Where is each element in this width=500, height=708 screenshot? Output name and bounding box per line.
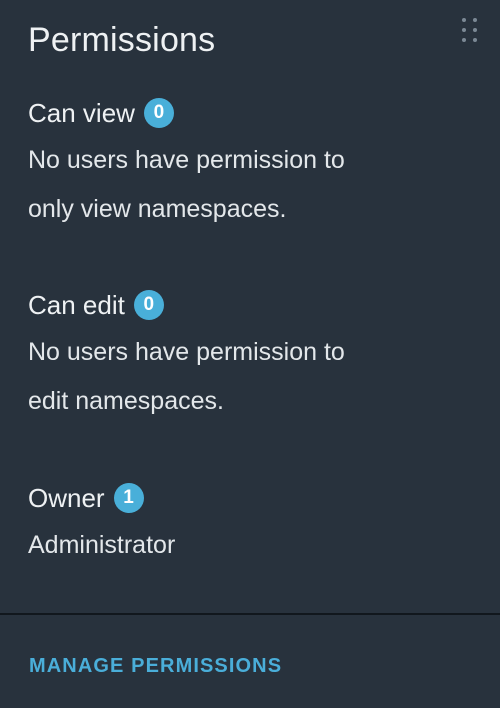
can-edit-label: Can edit [28, 290, 125, 320]
can-edit-description: No users have permission to edit namespa… [28, 328, 468, 426]
can-edit-description-line: No users have permission to [28, 338, 345, 366]
can-edit-section: Can edit 0 No users have permission to e… [28, 287, 468, 426]
drag-dot [473, 38, 477, 42]
owner-name: Administrator [28, 531, 176, 559]
owner-heading: Owner 1 [28, 480, 468, 516]
can-view-description: No users have permission to only view na… [28, 136, 468, 234]
owner-count-badge: 1 [113, 483, 144, 513]
owner-section: Owner 1 Administrator [28, 480, 468, 570]
can-view-heading: Can view 0 [28, 95, 468, 131]
can-edit-heading: Can edit 0 [28, 287, 468, 323]
footer-divider [0, 613, 500, 615]
drag-dot [473, 18, 477, 22]
can-edit-count-badge: 0 [133, 290, 164, 320]
owner-label: Owner [28, 483, 105, 513]
drag-dot [462, 38, 466, 42]
can-view-description-line: only view namespaces. [28, 195, 287, 223]
can-view-description-line: No users have permission to [28, 146, 345, 174]
card-title: Permissions [28, 21, 216, 59]
drag-handle-icon[interactable] [462, 18, 482, 44]
can-view-section: Can view 0 No users have permission to o… [28, 95, 468, 234]
manage-permissions-button[interactable]: MANAGE PERMISSIONS [29, 652, 282, 680]
permissions-card: Permissions Can view 0 No users have per… [0, 0, 500, 708]
drag-dot [462, 18, 466, 22]
can-edit-description-line: edit namespaces. [28, 387, 224, 415]
drag-dot [473, 28, 477, 32]
can-view-count-badge: 0 [143, 98, 174, 128]
can-view-label: Can view [28, 98, 135, 128]
drag-dot [462, 28, 466, 32]
owner-list: Administrator [28, 521, 468, 570]
